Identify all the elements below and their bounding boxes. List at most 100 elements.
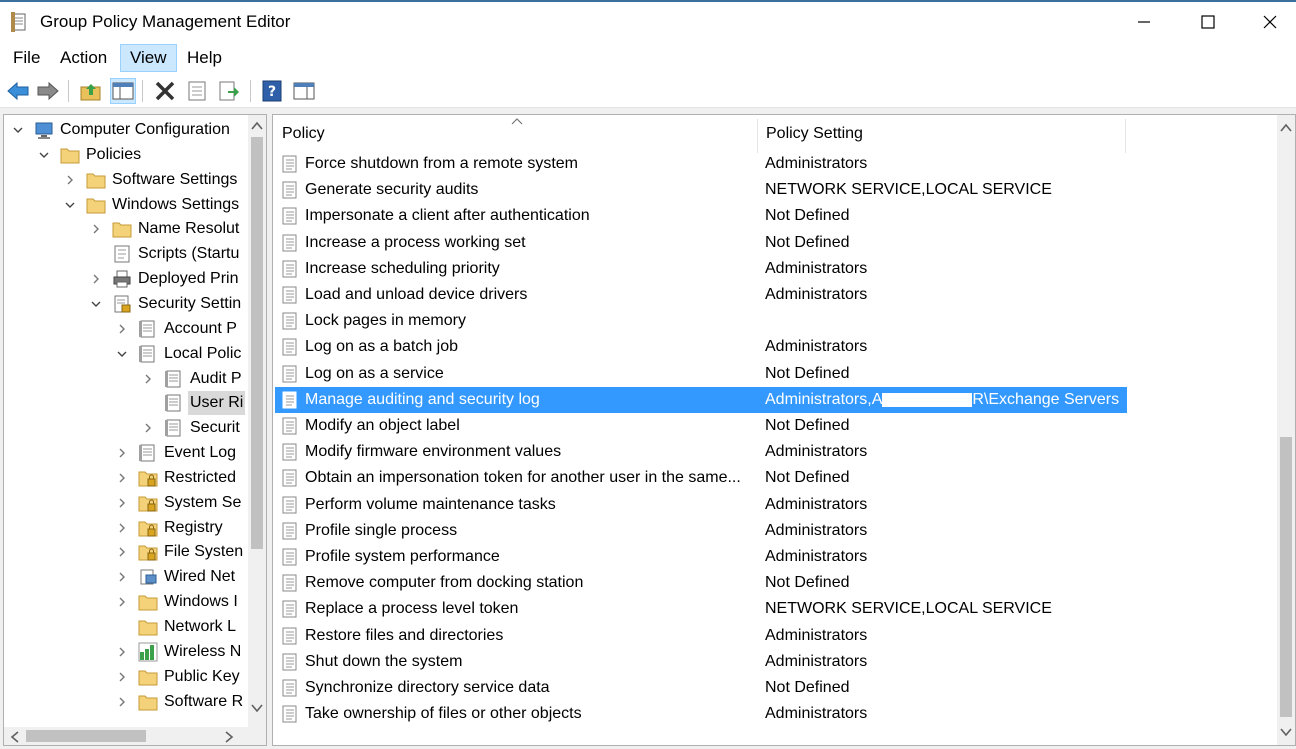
tree-node[interactable]: Security Settin (4, 292, 248, 316)
table-row[interactable]: Replace a process level token NETWORK SER… (275, 596, 1127, 622)
tree-node[interactable]: Software R (4, 690, 248, 714)
list-scroll-thumb[interactable] (1280, 437, 1292, 717)
tree-hscroll-thumb[interactable] (26, 730, 146, 742)
chevron-right-icon[interactable] (142, 367, 154, 391)
table-row[interactable]: Profile system performance Administrators (275, 544, 1127, 570)
scroll-down-icon[interactable] (251, 703, 263, 713)
menu-action[interactable]: Action (51, 44, 116, 72)
export-list-button[interactable] (216, 78, 242, 104)
chevron-right-icon[interactable] (116, 441, 128, 465)
table-row[interactable]: Obtain an impersonation token for anothe… (275, 465, 1127, 491)
tree-node[interactable]: Local Polic (4, 342, 248, 366)
tree-node[interactable]: Policies (4, 143, 248, 167)
table-row[interactable]: Impersonate a client after authenticatio… (275, 203, 1127, 229)
column-header-policy-setting[interactable]: Policy Setting (757, 115, 1125, 153)
table-row[interactable]: Restore files and directories Administrat… (275, 623, 1127, 649)
table-row[interactable]: Remove computer from docking station Not … (275, 570, 1127, 596)
scroll-left-icon[interactable] (10, 731, 20, 743)
chevron-right-icon[interactable] (90, 217, 102, 241)
table-row[interactable]: Modify firmware environment values Admini… (275, 439, 1127, 465)
help-button[interactable]: ? (259, 78, 285, 104)
chevron-right-icon[interactable] (116, 565, 128, 589)
scroll-right-icon[interactable] (224, 731, 234, 743)
chevron-right-icon[interactable] (116, 540, 128, 564)
tree-node[interactable]: System Se (4, 491, 248, 515)
table-row[interactable]: Log on as a batch job Administrators (275, 334, 1127, 360)
chevron-right-icon[interactable] (142, 416, 154, 440)
table-row[interactable]: Lock pages in memory (275, 308, 1127, 334)
tree-node[interactable]: Registry (4, 516, 248, 540)
tree-node[interactable]: Wireless N (4, 640, 248, 664)
tree-node[interactable]: Event Log (4, 441, 248, 465)
policy-setting-text: Administrators (765, 495, 868, 513)
tree-node[interactable]: Deployed Prin (4, 267, 248, 291)
delete-button[interactable] (152, 78, 178, 104)
scroll-down-icon[interactable] (1280, 727, 1292, 737)
scroll-up-icon[interactable] (251, 121, 263, 131)
list-vertical-scrollbar[interactable] (1277, 115, 1295, 745)
chevron-right-icon[interactable] (116, 466, 128, 490)
table-row[interactable]: Load and unload device drivers Administra… (275, 282, 1127, 308)
menu-view[interactable]: View (120, 44, 177, 72)
tree-vertical-scrollbar[interactable] (248, 115, 266, 727)
tree-node[interactable]: Windows I (4, 590, 248, 614)
properties-button[interactable] (184, 78, 210, 104)
menu-help[interactable]: Help (178, 44, 231, 72)
chevron-right-icon[interactable] (64, 168, 76, 192)
column-divider[interactable] (1125, 119, 1126, 153)
chevron-right-icon[interactable] (116, 665, 128, 689)
chevron-right-icon[interactable] (116, 516, 128, 540)
tree-node[interactable]: Wired Net (4, 565, 248, 589)
chevron-down-icon[interactable] (12, 118, 24, 142)
tree-node[interactable]: File Systen (4, 540, 248, 564)
chevron-right-icon[interactable] (116, 491, 128, 515)
table-row[interactable]: Log on as a service Not Defined (275, 361, 1127, 387)
table-row[interactable]: Increase a process working set Not Define… (275, 230, 1127, 256)
scroll-up-icon[interactable] (1280, 123, 1292, 133)
maximize-button[interactable] (1176, 2, 1240, 42)
show-hide-tree-button[interactable] (110, 78, 136, 104)
back-button[interactable] (5, 78, 31, 104)
tree-node[interactable]: Scripts (Startu (4, 242, 248, 266)
tree-node[interactable]: Name Resolut (4, 217, 248, 241)
policy-name: Force shutdown from a remote system (305, 155, 578, 172)
up-one-level-button[interactable] (78, 78, 104, 104)
chevron-down-icon[interactable] (64, 193, 76, 217)
tree-node[interactable]: Restricted (4, 466, 248, 490)
tree-node[interactable]: Account P (4, 317, 248, 341)
tree-node[interactable]: Network L (4, 615, 248, 639)
table-row[interactable]: Generate security audits NETWORK SERVICE,… (275, 177, 1127, 203)
tree-scroll-thumb[interactable] (251, 137, 263, 549)
tree-node[interactable]: Software Settings (4, 168, 248, 192)
table-row[interactable]: Manage auditing and security log Administ… (275, 386, 1127, 413)
tree-node[interactable]: User Ri (4, 391, 248, 416)
table-row[interactable]: Take ownership of files or other objects… (275, 701, 1127, 727)
menu-file[interactable]: File (4, 44, 49, 72)
policy-setting-text: Not Defined (765, 207, 850, 225)
tree-node[interactable]: Securit (4, 416, 248, 440)
table-row[interactable]: Synchronize directory service data Not De… (275, 675, 1127, 701)
chevron-right-icon[interactable] (116, 690, 128, 714)
table-row[interactable]: Force shutdown from a remote system Admin… (275, 151, 1127, 177)
table-row[interactable]: Modify an object label Not Defined (275, 413, 1127, 439)
chevron-down-icon[interactable] (90, 292, 102, 316)
show-hide-action-pane-button[interactable] (291, 78, 317, 104)
tree-horizontal-scrollbar[interactable] (4, 727, 266, 745)
minimize-button[interactable] (1112, 2, 1176, 42)
chevron-right-icon[interactable] (90, 267, 102, 291)
table-row[interactable]: Shut down the system Administrators (275, 649, 1127, 675)
table-row[interactable]: Perform volume maintenance tasks Administ… (275, 492, 1127, 518)
table-row[interactable]: Increase scheduling priority Administrato… (275, 256, 1127, 282)
chevron-right-icon[interactable] (116, 590, 128, 614)
chevron-down-icon[interactable] (116, 342, 128, 366)
chevron-down-icon[interactable] (38, 143, 50, 167)
forward-button[interactable] (35, 78, 61, 104)
tree-node[interactable]: Windows Settings (4, 193, 248, 217)
tree-node[interactable]: Public Key (4, 665, 248, 689)
chevron-right-icon[interactable] (116, 640, 128, 664)
tree-node[interactable]: Audit P (4, 367, 248, 391)
close-button[interactable] (1238, 2, 1296, 42)
chevron-right-icon[interactable] (116, 317, 128, 341)
tree-node[interactable]: Computer Configuration (4, 118, 248, 142)
table-row[interactable]: Profile single process Administrators (275, 518, 1127, 544)
